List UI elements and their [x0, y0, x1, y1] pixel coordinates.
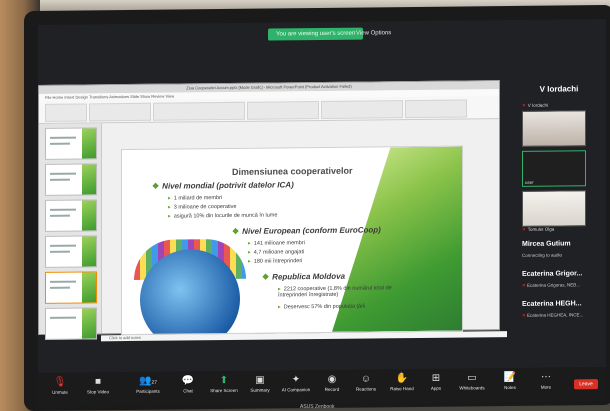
- bullet-item: ▸ 2212 cooperative (1,8% din numărul tota…: [278, 285, 392, 299]
- bullet-item: ▸ 3 milioane de cooperative: [168, 203, 237, 211]
- slide-thumbnail[interactable]: [45, 127, 97, 160]
- more-icon: ⋯: [541, 371, 551, 383]
- section-heading-moldova: ❖ Republica Moldova: [262, 271, 346, 282]
- participants-button[interactable]: 👥27 Participants: [128, 376, 168, 394]
- participant-status: ✕ Ecaterina Grigoras, NEB...: [522, 282, 581, 288]
- bullet-item: ▸ 4,7 milioane angajati: [248, 249, 305, 256]
- active-speaker-name: V Iordachi: [539, 84, 579, 94]
- whiteboards-button[interactable]: ▭ Whiteboards: [452, 372, 492, 390]
- bullet-item: ▸ 1 miliard de membri: [168, 195, 223, 202]
- apps-button[interactable]: ⊞ Apps: [416, 373, 456, 391]
- participants-panel: V Iordachi ✕ V Iordachi user ✕ Tomulet Olg…: [512, 74, 606, 366]
- participant-video-tile-active[interactable]: user: [522, 150, 586, 187]
- bullet-item: ▸ Deservesc 57% din populația țării: [278, 303, 366, 311]
- reaction-icon: ☺: [360, 373, 372, 385]
- chat-icon: 💬: [181, 375, 195, 387]
- bullet-item: ▸ 180 mii întreprinderi: [248, 258, 303, 265]
- participant-video-tile[interactable]: [522, 110, 586, 147]
- ppt-ribbon[interactable]: [39, 96, 499, 124]
- participant-name: Mircea Gutium: [522, 240, 571, 248]
- tile-caption: ✕ V Iordachi: [522, 102, 549, 108]
- sparkle-icon: ✦: [291, 374, 301, 386]
- section-heading-world: ❖ Nivel mondial (potrivit datelor ICA): [152, 180, 294, 191]
- whiteboard-icon: ▭: [467, 372, 477, 384]
- notes-icon: 📝: [503, 371, 517, 384]
- laptop-screen: You are viewing user's screen View Optio…: [38, 19, 606, 407]
- meeting-toolbar: 🎙 Unmute ■ Stop Video 👥27 Participants 💬 Cha…: [38, 367, 606, 407]
- participant-name: Ecaterina Grigor...: [522, 270, 583, 278]
- bullet-item: ▸ 141 milioane membri: [248, 240, 305, 247]
- slide-thumbnail[interactable]: [45, 199, 97, 232]
- apps-icon: ⊞: [431, 372, 441, 384]
- ai-companion-button[interactable]: ✦ AI Companion: [276, 374, 316, 392]
- muted-mic-icon: 🎙: [53, 376, 67, 388]
- view-options-button[interactable]: View Options: [350, 27, 397, 39]
- slide-thumbnail[interactable]: [45, 163, 97, 196]
- participants-icon: 👥27: [138, 375, 157, 387]
- section-heading-europe: ❖ Nivel European (conform EuroCoop): [232, 225, 381, 236]
- more-button[interactable]: ⋯ More: [526, 371, 566, 390]
- unmute-button[interactable]: 🎙 Unmute: [40, 377, 80, 395]
- shared-powerpoint-window: Ziua Cooperatiei Accum.pptx [Mode Grafic…: [38, 80, 507, 342]
- share-screen-button[interactable]: ⬆ Share Screen: [204, 375, 244, 393]
- chat-button[interactable]: 💬 Chat: [168, 375, 208, 393]
- leave-button[interactable]: Leave: [574, 379, 598, 390]
- summary-button[interactable]: ▣ Summary: [240, 374, 280, 393]
- share-screen-icon: ⬆: [219, 374, 229, 387]
- tile-caption: user: [525, 179, 534, 185]
- participant-name: Ecaterina HEGH...: [522, 300, 582, 308]
- slide-thumbnail-selected[interactable]: [45, 271, 97, 304]
- summary-icon: ▣: [255, 374, 265, 386]
- reactions-button[interactable]: ☺ Reactions: [346, 373, 386, 391]
- tile-caption: ✕ Tomulet Olga: [522, 226, 555, 232]
- stop-video-button[interactable]: ■ Stop Video: [78, 376, 118, 394]
- current-slide: Dimensiunea cooperativelor ❖ Nivel mondia…: [121, 145, 463, 336]
- slide-thumbnail[interactable]: [45, 307, 97, 340]
- video-camera-icon: ■: [94, 376, 102, 388]
- participant-status: ✕ Ecaterina HEGHEA, INCE...: [522, 312, 584, 318]
- bullet-item: ▸ asigură 10% din locurile de muncă în lu…: [168, 212, 278, 220]
- notes-button[interactable]: 📝 Notes: [490, 372, 530, 390]
- participant-video-tile[interactable]: [522, 190, 586, 227]
- slide-title: Dimensiunea cooperativelor: [232, 165, 353, 177]
- slide-thumbnail-pane[interactable]: [39, 123, 102, 340]
- slide-thumbnail[interactable]: [45, 235, 97, 268]
- participant-status: Connecting to audio: [522, 252, 563, 258]
- laptop-brand: ASUS Zenbook: [300, 404, 335, 410]
